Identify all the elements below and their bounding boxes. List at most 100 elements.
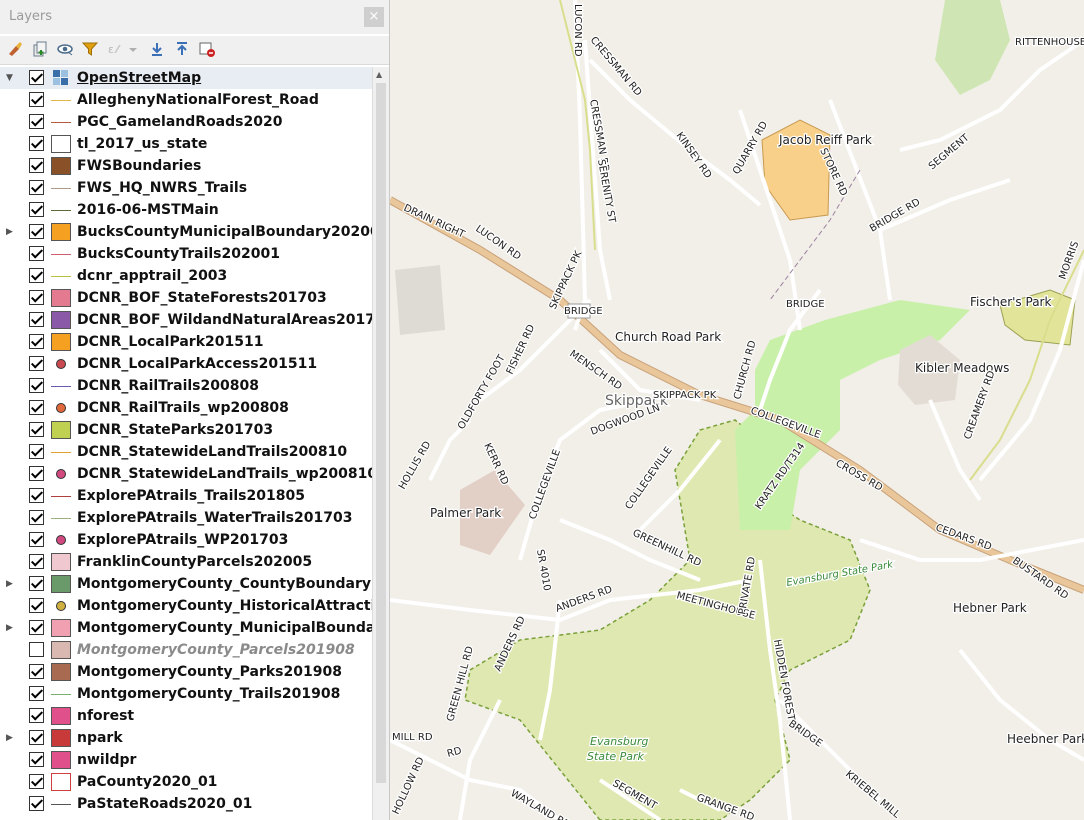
layer-name: DCNR_StatewideLandTrails_wp200810 (77, 466, 372, 482)
expand-arrow-icon[interactable]: ▶ (6, 727, 18, 749)
scroll-thumb[interactable] (376, 83, 386, 783)
layer-visibility-checkbox[interactable] (29, 488, 44, 503)
layer-row[interactable]: ExplorePAtrails_WaterTrails201703 (0, 507, 372, 529)
expand-arrow-icon[interactable]: ▶ (6, 221, 18, 243)
layer-row[interactable]: FWSBoundaries (0, 155, 372, 177)
layer-visibility-checkbox[interactable] (29, 180, 44, 195)
layer-row[interactable]: DCNR_BOF_StateForests201703 (0, 287, 372, 309)
polygon-symbol-icon (51, 575, 71, 593)
layer-row[interactable]: FWS_HQ_NWRS_Trails (0, 177, 372, 199)
layer-visibility-checkbox[interactable] (29, 444, 44, 459)
layer-row[interactable]: DCNR_RailTrails_wp200808 (0, 397, 372, 419)
layer-row[interactable]: tl_2017_us_state (0, 133, 372, 155)
close-button[interactable]: × (364, 7, 384, 27)
layer-row[interactable]: DCNR_LocalPark201511 (0, 331, 372, 353)
layer-visibility-checkbox[interactable] (29, 752, 44, 767)
polygon-symbol-icon (51, 729, 71, 747)
layer-visibility-checkbox[interactable] (29, 356, 44, 371)
layer-name: MontgomeryCounty_Parks201908 (77, 664, 342, 680)
expand-arrow-icon[interactable]: ▶ (6, 573, 18, 595)
layer-row[interactable]: DCNR_StateParks201703 (0, 419, 372, 441)
layer-row[interactable]: PaStateRoads2020_01 (0, 793, 372, 815)
layer-name: ExplorePAtrails_WP201703 (77, 532, 289, 548)
collapse-all-icon[interactable] (173, 40, 191, 58)
layer-visibility-checkbox[interactable] (29, 730, 44, 745)
layer-visibility-checkbox[interactable] (29, 114, 44, 129)
layer-row[interactable]: 2016-06-MSTMain (0, 199, 372, 221)
style-manager-icon[interactable] (6, 40, 24, 58)
layer-visibility-checkbox[interactable] (29, 686, 44, 701)
layer-visibility-checkbox[interactable] (29, 554, 44, 569)
layer-visibility-checkbox[interactable] (29, 708, 44, 723)
layer-row[interactable]: DCNR_RailTrails200808 (0, 375, 372, 397)
layer-visibility-checkbox[interactable] (29, 422, 44, 437)
layer-row[interactable]: AlleghenyNationalForest_Road (0, 89, 372, 111)
layer-visibility-checkbox[interactable] (29, 158, 44, 173)
collapse-arrow-icon[interactable]: ▼ (6, 67, 18, 89)
layer-visibility-checkbox[interactable] (29, 92, 44, 107)
layer-row[interactable]: MontgomeryCounty_HistoricalAttraction2 (0, 595, 372, 617)
layer-visibility-checkbox[interactable] (29, 774, 44, 789)
svg-text:ε: ε (108, 43, 114, 56)
layer-visibility-checkbox[interactable] (29, 334, 44, 349)
point-symbol-icon (51, 399, 71, 417)
layer-visibility-checkbox[interactable] (29, 224, 44, 239)
layer-row[interactable]: MontgomeryCounty_Trails201908 (0, 683, 372, 705)
layer-row[interactable]: DCNR_BOF_WildandNaturalAreas201703 (0, 309, 372, 331)
panel-titlebar: Layers × (0, 0, 389, 34)
manage-visibility-icon[interactable] (56, 40, 74, 58)
layer-row[interactable]: ▶ npark (0, 727, 372, 749)
layer-row[interactable]: FranklinCountyParcels202005 (0, 551, 372, 573)
layer-visibility-checkbox[interactable] (29, 576, 44, 591)
layer-name: OpenStreetMap (77, 70, 202, 86)
filter-legend-icon[interactable] (81, 40, 99, 58)
layer-row[interactable]: PGC_GamelandRoads2020 (0, 111, 372, 133)
expand-arrow-icon[interactable]: ▶ (6, 617, 18, 639)
layer-visibility-checkbox[interactable] (29, 136, 44, 151)
filter-expression-icon[interactable]: ε (106, 40, 124, 58)
layer-visibility-checkbox[interactable] (29, 510, 44, 525)
layer-visibility-checkbox[interactable] (29, 466, 44, 481)
layer-row[interactable]: ExplorePAtrails_WP201703 (0, 529, 372, 551)
layer-visibility-checkbox[interactable] (29, 70, 44, 85)
layer-row[interactable]: ▶ MontgomeryCounty_MunicipalBoundarie (0, 617, 372, 639)
layer-tree-scrollbar[interactable]: ▲ (372, 67, 389, 820)
layer-visibility-checkbox[interactable] (29, 246, 44, 261)
remove-layer-icon[interactable] (198, 40, 216, 58)
layer-row[interactable]: ExplorePAtrails_Trails201805 (0, 485, 372, 507)
map-canvas[interactable]: Jacob Reiff Park Church Road Park Fischer'… (390, 0, 1084, 820)
layer-name: DCNR_RailTrails200808 (77, 378, 259, 394)
layer-visibility-checkbox[interactable] (29, 620, 44, 635)
expand-all-icon[interactable] (148, 40, 166, 58)
layer-visibility-checkbox[interactable] (29, 532, 44, 547)
layer-visibility-checkbox[interactable] (29, 796, 44, 811)
point-symbol-icon (51, 597, 71, 615)
layer-row[interactable]: DCNR_LocalParkAccess201511 (0, 353, 372, 375)
layer-visibility-checkbox[interactable] (29, 312, 44, 327)
layer-row[interactable]: PaCounty2020_01 (0, 771, 372, 793)
layer-visibility-checkbox[interactable] (29, 378, 44, 393)
layer-row[interactable]: DCNR_StatewideLandTrails_wp200810 (0, 463, 372, 485)
layer-row[interactable]: ▶ BucksCountyMunicipalBoundary202001 (0, 221, 372, 243)
layer-visibility-checkbox[interactable] (29, 400, 44, 415)
layer-row[interactable]: DCNR_StatewideLandTrails200810 (0, 441, 372, 463)
layer-row[interactable]: ▶ MontgomeryCounty_CountyBoundary201 (0, 573, 372, 595)
layer-visibility-checkbox[interactable] (29, 268, 44, 283)
layer-row[interactable]: ▼ OpenStreetMap (0, 67, 372, 89)
add-group-icon[interactable] (31, 40, 49, 58)
scroll-up-arrow-icon[interactable]: ▲ (376, 70, 382, 79)
layer-row[interactable]: BucksCountyTrails202001 (0, 243, 372, 265)
layer-name: PGC_GamelandRoads2020 (77, 114, 283, 130)
layer-row[interactable]: nforest (0, 705, 372, 727)
layer-visibility-checkbox[interactable] (29, 664, 44, 679)
layer-visibility-checkbox[interactable] (29, 290, 44, 305)
filter-dropdown-icon[interactable] (126, 40, 140, 58)
layer-visibility-checkbox[interactable] (29, 598, 44, 613)
layer-name: DCNR_BOF_StateForests201703 (77, 290, 327, 306)
layer-row[interactable]: MontgomeryCounty_Parcels201908 (0, 639, 372, 661)
layer-visibility-checkbox[interactable] (29, 202, 44, 217)
layer-row[interactable]: nwildpr (0, 749, 372, 771)
layer-row[interactable]: dcnr_apptrail_2003 (0, 265, 372, 287)
layer-visibility-checkbox[interactable] (29, 642, 44, 657)
layer-row[interactable]: MontgomeryCounty_Parks201908 (0, 661, 372, 683)
